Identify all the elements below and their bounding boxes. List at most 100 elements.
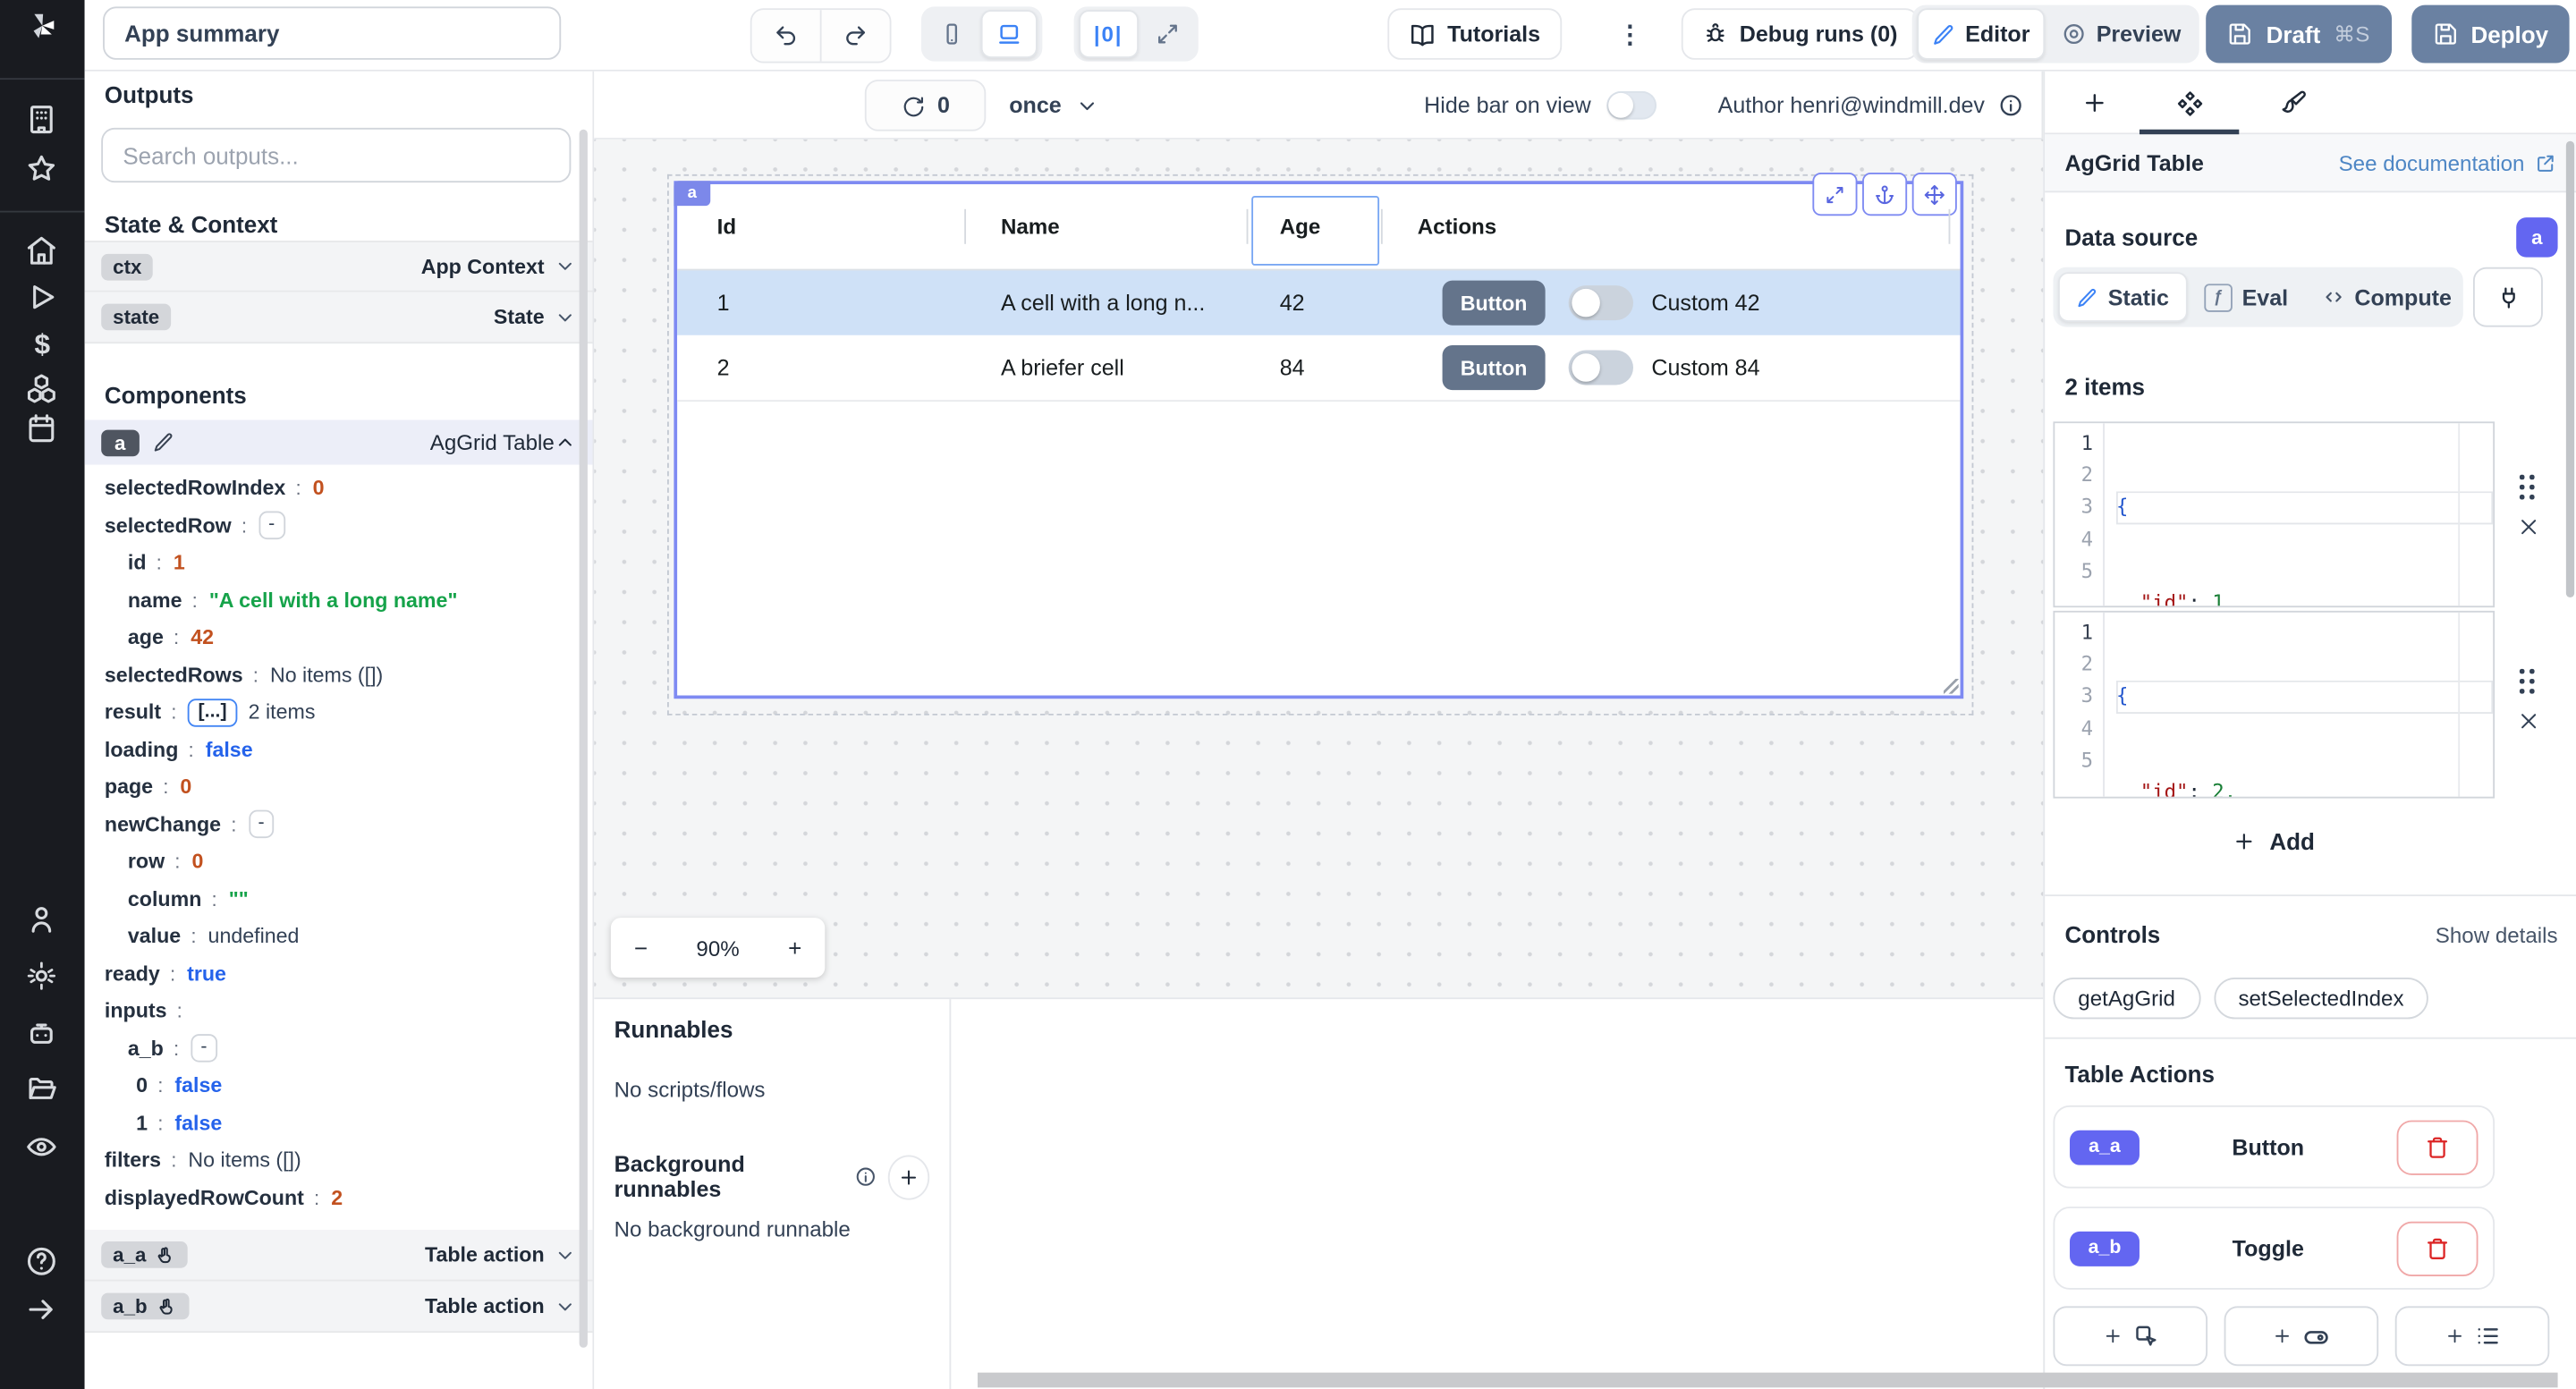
code-content[interactable]: { "id": 1, "name": "A cell with a long "… bbox=[2105, 423, 2493, 606]
settings-icon[interactable] bbox=[25, 960, 60, 995]
windmill-logo[interactable] bbox=[25, 8, 60, 43]
expand-sidebar-icon[interactable] bbox=[25, 1293, 60, 1328]
delete-item-icon[interactable] bbox=[2517, 710, 2538, 732]
preview-mode-button[interactable]: Preview bbox=[2048, 10, 2194, 58]
table-row[interactable]: 2 A briefer cell 84 Button Custom 84 bbox=[677, 335, 1960, 402]
chevron-down-icon[interactable] bbox=[555, 306, 576, 327]
code-content[interactable]: { "id": 2, "name": "A briefer cell", "ag… bbox=[2105, 613, 2493, 797]
output-prop-row[interactable]: selectedRows:No items ([]) bbox=[85, 656, 593, 694]
output-prop-row[interactable]: name:"A cell with a long name" bbox=[85, 581, 593, 619]
json-editor-item-2[interactable]: 12345 { "id": 2, "name": "A briefer cell… bbox=[2053, 611, 2495, 799]
folders-icon[interactable] bbox=[25, 1072, 60, 1107]
chevron-down-icon[interactable] bbox=[555, 1244, 576, 1266]
drag-handle-icon[interactable] bbox=[2520, 669, 2537, 696]
state-row[interactable]: state State bbox=[85, 292, 593, 344]
output-prop-row[interactable]: selectedRowIndex:0 bbox=[85, 470, 593, 507]
desktop-view-button[interactable] bbox=[981, 10, 1038, 58]
deploy-button[interactable]: Deploy bbox=[2411, 5, 2569, 64]
add-toggle-action-button[interactable] bbox=[2224, 1306, 2379, 1366]
output-prop-row[interactable]: id:1 bbox=[85, 545, 593, 582]
add-item-button[interactable]: Add bbox=[2053, 818, 2495, 865]
output-prop-row[interactable]: inputs: bbox=[85, 993, 593, 1030]
add-background-runnable-button[interactable] bbox=[887, 1155, 929, 1199]
delete-action-button[interactable] bbox=[2397, 1120, 2479, 1174]
collapse-box[interactable]: - bbox=[248, 810, 274, 839]
collapse-box[interactable]: - bbox=[258, 512, 284, 540]
app-canvas-grid[interactable]: a Id Name Age Actions bbox=[594, 140, 2043, 997]
delete-action-button[interactable] bbox=[2397, 1221, 2479, 1275]
add-button-action-button[interactable] bbox=[2053, 1306, 2207, 1366]
output-prop-row[interactable]: loading:false bbox=[85, 731, 593, 768]
output-prop-row[interactable]: 1:false bbox=[85, 1105, 593, 1142]
pencil-icon[interactable] bbox=[152, 431, 174, 453]
output-prop-row[interactable]: selectedRow:- bbox=[85, 507, 593, 545]
resize-handle[interactable] bbox=[1944, 679, 1959, 694]
editor-mode-button[interactable]: Editor bbox=[1917, 8, 2045, 60]
settings-scrollbar[interactable] bbox=[2566, 141, 2574, 597]
output-prop-row[interactable]: row:0 bbox=[85, 843, 593, 881]
add-select-action-button[interactable] bbox=[2395, 1306, 2550, 1366]
output-prop-row[interactable]: newChange:- bbox=[85, 806, 593, 843]
see-documentation-link[interactable]: See documentation bbox=[2339, 150, 2556, 175]
debug-runs-button[interactable]: Debug runs (0) bbox=[1682, 8, 1919, 60]
center-layout-button[interactable]: |0| bbox=[1079, 10, 1138, 58]
schedule-dropdown[interactable]: once bbox=[1009, 80, 1097, 131]
header-cell-name[interactable]: Name bbox=[1001, 184, 1060, 269]
output-prop-row[interactable]: column:"" bbox=[85, 880, 593, 918]
row-toggle[interactable] bbox=[1569, 351, 1633, 385]
workspace-icon[interactable] bbox=[25, 103, 60, 138]
resources-icon[interactable] bbox=[25, 372, 60, 407]
output-prop-row[interactable]: page:0 bbox=[85, 768, 593, 806]
connect-output-button[interactable] bbox=[2473, 267, 2543, 327]
expand-array-box[interactable]: [...] bbox=[188, 699, 236, 727]
output-prop-row[interactable]: a_b:- bbox=[85, 1029, 593, 1067]
schedules-icon[interactable] bbox=[25, 411, 60, 446]
table-action-row-a_b[interactable]: a_b Table action bbox=[85, 1282, 593, 1334]
output-prop-row[interactable]: 0:false bbox=[85, 1067, 593, 1105]
component-header-row[interactable]: a AgGrid Table bbox=[85, 419, 593, 464]
tab-insert-component[interactable] bbox=[2045, 72, 2144, 135]
tab-styling[interactable] bbox=[2244, 72, 2343, 135]
refresh-button[interactable]: 0 bbox=[865, 80, 986, 131]
output-prop-row[interactable]: age:42 bbox=[85, 619, 593, 656]
row-action-button[interactable]: Button bbox=[1443, 281, 1546, 326]
row-action-button[interactable]: Button bbox=[1443, 345, 1546, 390]
hide-bar-toggle[interactable] bbox=[1606, 91, 1656, 120]
row-toggle[interactable] bbox=[1569, 285, 1633, 320]
variables-icon[interactable]: $ bbox=[25, 327, 60, 362]
zoom-in-button[interactable]: + bbox=[788, 935, 801, 961]
output-prop-row[interactable]: displayedRowCount:2 bbox=[85, 1179, 593, 1216]
aggrid-table-component[interactable]: a Id Name Age Actions bbox=[674, 181, 1963, 699]
table-action-row-a_a[interactable]: a_a Table action bbox=[85, 1230, 593, 1282]
more-vertical-icon[interactable]: ⋮ bbox=[1614, 8, 1647, 60]
output-prop-row[interactable]: ready:true bbox=[85, 955, 593, 993]
drag-handle-icon[interactable] bbox=[2520, 475, 2537, 502]
table-action-card-button[interactable]: a_a Button bbox=[2053, 1105, 2495, 1189]
mobile-view-button[interactable] bbox=[926, 12, 978, 56]
users-icon[interactable] bbox=[25, 902, 60, 937]
output-prop-row[interactable]: filters:No items ([]) bbox=[85, 1142, 593, 1180]
app-summary-input[interactable] bbox=[103, 6, 561, 59]
table-row-selected[interactable]: 1 A cell with a long n... 42 Button Cust… bbox=[677, 270, 1960, 335]
output-prop-row[interactable]: value:undefined bbox=[85, 918, 593, 955]
chevron-up-icon[interactable] bbox=[555, 431, 576, 453]
header-cell-id[interactable]: Id bbox=[717, 184, 736, 269]
horizontal-scrollbar[interactable] bbox=[978, 1373, 2558, 1388]
info-icon[interactable] bbox=[1998, 93, 2023, 118]
getaggrid-button[interactable]: getAgGrid bbox=[2053, 978, 2199, 1019]
header-cell-actions[interactable]: Actions bbox=[1418, 184, 1496, 269]
full-width-button[interactable] bbox=[1141, 12, 1193, 56]
undo-button[interactable] bbox=[752, 10, 820, 62]
draft-button[interactable]: Draft ⌘S bbox=[2206, 5, 2392, 64]
ctx-row[interactable]: ctx App Context bbox=[85, 241, 593, 292]
info-icon[interactable] bbox=[854, 1165, 876, 1189]
zoom-out-button[interactable]: − bbox=[634, 935, 648, 961]
chevron-down-icon[interactable] bbox=[555, 1295, 576, 1317]
tab-component-settings[interactable] bbox=[2140, 72, 2239, 135]
favorites-icon[interactable] bbox=[25, 153, 60, 188]
workers-icon[interactable] bbox=[25, 1018, 60, 1053]
chevron-down-icon[interactable] bbox=[555, 256, 576, 277]
collapse-box[interactable]: - bbox=[191, 1035, 216, 1063]
redo-button[interactable] bbox=[820, 10, 890, 62]
delete-item-icon[interactable] bbox=[2517, 516, 2538, 538]
